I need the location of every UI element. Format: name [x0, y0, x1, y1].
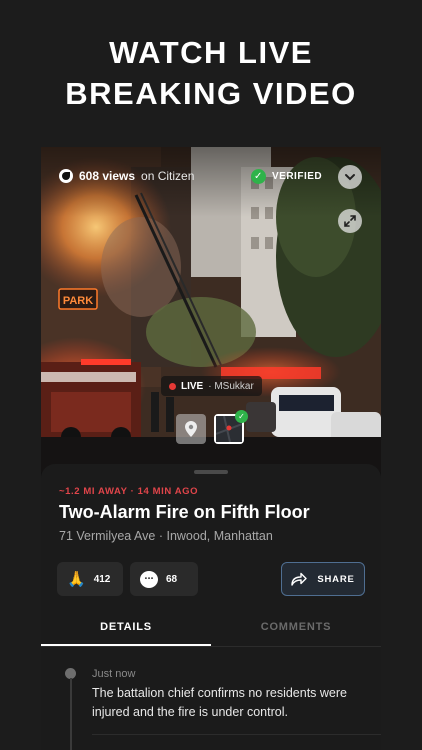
- location-pin-icon: [185, 421, 197, 437]
- comment-count: 68: [166, 573, 178, 585]
- tab-details[interactable]: DETAILS: [41, 612, 211, 646]
- timeline-line: [70, 678, 72, 750]
- views-count: 608 views: [79, 169, 136, 183]
- live-indicator: LIVE · MSukkar: [161, 376, 262, 396]
- collapse-button[interactable]: [338, 165, 362, 189]
- fullscreen-button[interactable]: [338, 209, 362, 233]
- map-thumbnail-button[interactable]: ✓: [214, 410, 248, 444]
- share-label: SHARE: [317, 573, 355, 585]
- incident-title: Two-Alarm Fire on Fifth Floor: [59, 502, 310, 522]
- chevron-down-icon: [345, 174, 355, 181]
- update-time: Just now: [92, 668, 136, 680]
- comment-button[interactable]: ... 68: [130, 562, 198, 596]
- incident-meta: ~1.2 MI AWAY · 14 MIN AGO: [59, 486, 199, 497]
- share-arrow-icon: [291, 572, 308, 586]
- verified-badge: ✓ VERIFIED: [251, 169, 322, 184]
- view-counter: 608 views on Citizen: [59, 169, 194, 183]
- views-eye-icon: [59, 169, 73, 183]
- update-text: The battalion chief confirms no resident…: [92, 686, 347, 719]
- promo-line-1: WATCH LIVE: [109, 35, 313, 70]
- checkmark-icon: ✓: [251, 169, 266, 184]
- live-dot-icon: [169, 382, 176, 390]
- map-verified-check-icon: ✓: [235, 410, 248, 423]
- location-thumbnail-button[interactable]: [176, 414, 206, 444]
- live-username: · MSukkar: [208, 380, 254, 392]
- verified-label: VERIFIED: [272, 171, 323, 182]
- expand-arrows-icon: [344, 215, 356, 227]
- detail-tabs: DETAILS COMMENTS: [41, 612, 381, 647]
- park-sign-text: PARK: [63, 295, 93, 307]
- live-video-player[interactable]: PARK 608 views on Citizen ✓ VERIFIED LIV…: [41, 147, 381, 472]
- promo-line-2: BREAKING VIDEO: [65, 76, 357, 111]
- incident-address: 71 Vermilyea Ave · Inwood, Manhattan: [59, 529, 273, 543]
- promo-headline: WATCH LIVE BREAKING VIDEO: [0, 32, 422, 114]
- comment-bubble-icon: ...: [140, 570, 158, 588]
- pray-reaction-button[interactable]: 🙏 412: [57, 562, 123, 596]
- update-divider: [92, 734, 381, 735]
- incident-sheet: ~1.2 MI AWAY · 14 MIN AGO Two-Alarm Fire…: [41, 464, 381, 750]
- praying-hands-icon: 🙏: [67, 571, 86, 588]
- sheet-grabber[interactable]: [194, 470, 228, 474]
- views-suffix: on Citizen: [141, 169, 195, 183]
- share-button[interactable]: SHARE: [281, 562, 365, 596]
- live-label: LIVE: [181, 380, 204, 392]
- tab-comments[interactable]: COMMENTS: [211, 612, 381, 646]
- phone-screen: PARK 608 views on Citizen ✓ VERIFIED LIV…: [41, 147, 381, 750]
- pray-count: 412: [93, 573, 111, 585]
